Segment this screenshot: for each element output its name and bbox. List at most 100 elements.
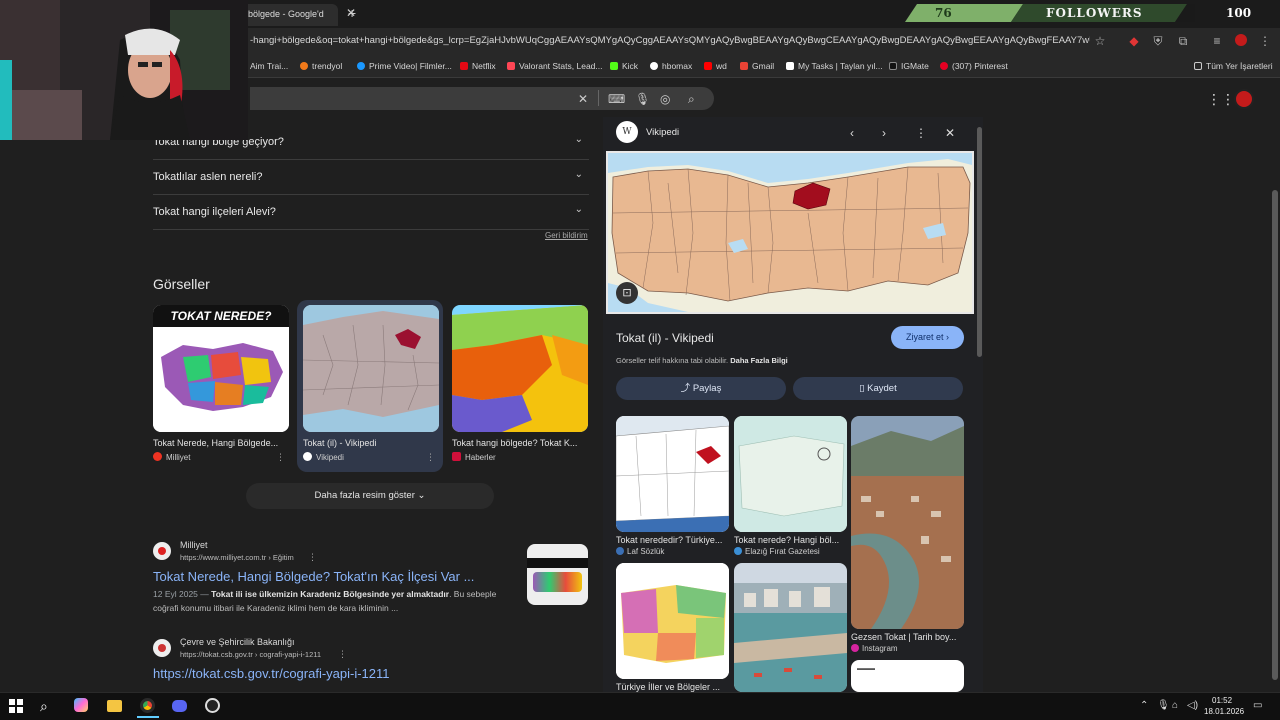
discord-icon[interactable]	[172, 698, 190, 714]
related-image-card[interactable]: Türkiye İller ve Bölgeler ...	[616, 563, 729, 692]
extensions-puzzle-icon[interactable]: ⧉	[1176, 34, 1190, 48]
bookmark-valorant[interactable]: Valorant Stats, Lead...	[507, 61, 602, 71]
chevron-down-icon: ⌄	[574, 169, 583, 180]
shield-extension-icon[interactable]: ⛨	[1151, 34, 1165, 48]
new-tab-icon[interactable]: +	[348, 5, 356, 21]
copilot-icon[interactable]	[74, 698, 92, 714]
bookmark-trendyol[interactable]: trendyol	[300, 61, 342, 71]
avatar[interactable]	[1234, 89, 1254, 109]
learn-more-link[interactable]: Daha Fazla Bilgi	[730, 356, 788, 365]
page-scrollbar[interactable]	[1272, 190, 1278, 680]
bookmark-star-icon[interactable]: ☆	[1093, 34, 1107, 48]
close-icon[interactable]: ✕	[945, 126, 955, 140]
bookmark-gmail[interactable]: Gmail	[740, 61, 774, 71]
related-question[interactable]: Tokat hangi ilçeleri Alevi? ⌄	[153, 195, 589, 230]
menu-kebab-icon[interactable]: ⋮	[1258, 34, 1272, 48]
save-button[interactable]: ▯ Kaydet	[793, 377, 963, 400]
csb-site-icon	[153, 639, 171, 657]
browser-tab[interactable]: bölgede - Google'd	[240, 4, 338, 26]
microphone-tray-icon[interactable]: 🎙︎	[1157, 700, 1170, 711]
search-icon[interactable]: ⌕	[40, 698, 58, 714]
bookmark-hbomax[interactable]: hbomax	[650, 61, 692, 71]
chrome-icon[interactable]	[140, 698, 158, 714]
result-snippet: 12 Eyl 2025 — Tokat ili ise ülkemizin Ka…	[153, 589, 497, 613]
image-source: Haberler	[452, 452, 588, 462]
profile-icon[interactable]	[1234, 34, 1248, 48]
related-image-card[interactable]: Tokat nerede? Hangi böl... Elazığ Fırat …	[734, 416, 847, 556]
bookmark-kick[interactable]: Kick	[610, 61, 638, 71]
netflix-icon	[460, 62, 468, 70]
clock-date[interactable]: 18.01.2026	[1204, 707, 1244, 716]
waterfront-photo	[734, 563, 847, 692]
previous-image-icon[interactable]: ‹	[850, 126, 854, 140]
extension-red-icon[interactable]: ◆	[1127, 34, 1141, 48]
related-thumbnail	[616, 563, 729, 679]
clock-time[interactable]: 01:52	[1212, 696, 1232, 705]
tray-chevron-icon[interactable]: ⌃	[1140, 700, 1148, 711]
obs-icon[interactable]	[205, 698, 223, 714]
clear-search-icon[interactable]: ✕	[578, 92, 588, 106]
wikipedia-logo-icon: W	[616, 121, 638, 143]
related-image-card[interactable]: Tokat nerededir? Türkiye... Laf Sözlük	[616, 416, 729, 556]
microphone-icon[interactable]: 🎙︎	[635, 92, 650, 106]
media-control-icon[interactable]: ≡	[1210, 34, 1224, 48]
bookmark-netflix[interactable]: Netflix	[460, 61, 496, 71]
windows-taskbar	[0, 692, 1280, 720]
kick-icon	[610, 62, 618, 70]
image-card[interactable]: TOKAT NEREDE? Tokat Nerede, Hangi Bölged…	[153, 305, 289, 471]
bookmark-tasks[interactable]: My Tasks | Taylan yıl...	[786, 61, 883, 71]
active-app-indicator	[137, 716, 159, 718]
windows-start-icon[interactable]	[8, 698, 26, 714]
result-title-link[interactable]: https://tokat.csb.gov.tr/cografi-yapi-i-…	[153, 666, 390, 681]
search-divider	[598, 90, 599, 106]
visit-button[interactable]: Ziyaret et ›	[891, 326, 964, 349]
address-bar-url[interactable]: -hangi+bölgede&oq=tokat+hangi+bölgede&gs…	[250, 35, 1090, 46]
related-question[interactable]: Tokatlılar aslen nereli? ⌄	[153, 160, 589, 195]
bookmark-pinterest[interactable]: (307) Pinterest	[940, 61, 1008, 71]
result-title-link[interactable]: Tokat Nerede, Hangi Bölgede? Tokat'ın Ka…	[153, 569, 474, 584]
file-explorer-icon[interactable]	[107, 698, 125, 714]
more-options-icon[interactable]: ⋮	[276, 452, 285, 463]
keyboard-icon[interactable]: ⌨	[608, 92, 625, 106]
result-thumbnail[interactable]	[527, 544, 588, 605]
pinterest-icon	[940, 62, 948, 70]
milliyet-site-icon	[153, 542, 171, 560]
related-source: Instagram	[851, 644, 964, 653]
volume-icon[interactable]: ◁)	[1187, 700, 1198, 711]
lens-search-icon[interactable]: ◎	[660, 92, 670, 106]
preview-image[interactable]	[606, 151, 974, 314]
bookmark-all-folder[interactable]: Tüm Yer İşaretleri	[1194, 61, 1273, 71]
bookmark-wd[interactable]: wd	[704, 61, 727, 71]
related-image-card[interactable]: ▬▬▬	[851, 660, 964, 692]
notification-icon[interactable]: ▭	[1253, 700, 1262, 711]
more-images-button[interactable]: Daha fazla resim göster ⌄	[246, 483, 494, 509]
image-card-selected[interactable]: Tokat (il) - Vikipedi Vikipedi ⋮	[303, 305, 439, 471]
bookmark-aim[interactable]: Aim Trai...	[250, 61, 288, 71]
network-icon[interactable]: ⌂	[1172, 700, 1178, 711]
more-options-icon[interactable]: ⋮	[915, 126, 927, 140]
related-image-card[interactable]: Gezsen Tokat | Tarih boy... Instagram	[851, 416, 964, 653]
lens-search-icon[interactable]: ⊡	[616, 282, 638, 304]
feedback-link[interactable]: Geri bildirim	[545, 231, 588, 240]
pale-map-thumbnail	[734, 416, 847, 532]
image-source: Vikipedi	[303, 452, 439, 462]
result-options-icon[interactable]: ⋮	[308, 552, 317, 563]
bookmark-igmate[interactable]: IGMate	[889, 61, 929, 71]
elazig-icon	[734, 547, 742, 555]
related-caption: Türkiye İller ve Bölgeler ...	[616, 682, 721, 692]
image-card[interactable]: Tokat hangi bölgede? Tokat K... Haberler	[452, 305, 588, 471]
panel-title[interactable]: Tokat (il) - Vikipedi	[616, 331, 714, 345]
trendyol-icon	[300, 62, 308, 70]
result-options-icon[interactable]: ⋮	[338, 649, 347, 660]
panel-scrollbar[interactable]	[977, 127, 982, 357]
more-options-icon[interactable]: ⋮	[426, 452, 435, 463]
share-button[interactable]: ⤴ Paylaş	[616, 377, 786, 400]
image-thumbnail: TOKAT NEREDE?	[153, 305, 289, 432]
search-icon[interactable]: ⌕	[688, 92, 695, 107]
related-thumbnail	[616, 416, 729, 532]
next-image-icon[interactable]: ›	[882, 126, 886, 140]
image-source: Milliyet	[153, 452, 289, 462]
related-image-card[interactable]	[734, 563, 847, 692]
bookmark-prime[interactable]: Prime Video| Filmler...	[357, 61, 452, 71]
milliyet-icon	[153, 452, 162, 461]
